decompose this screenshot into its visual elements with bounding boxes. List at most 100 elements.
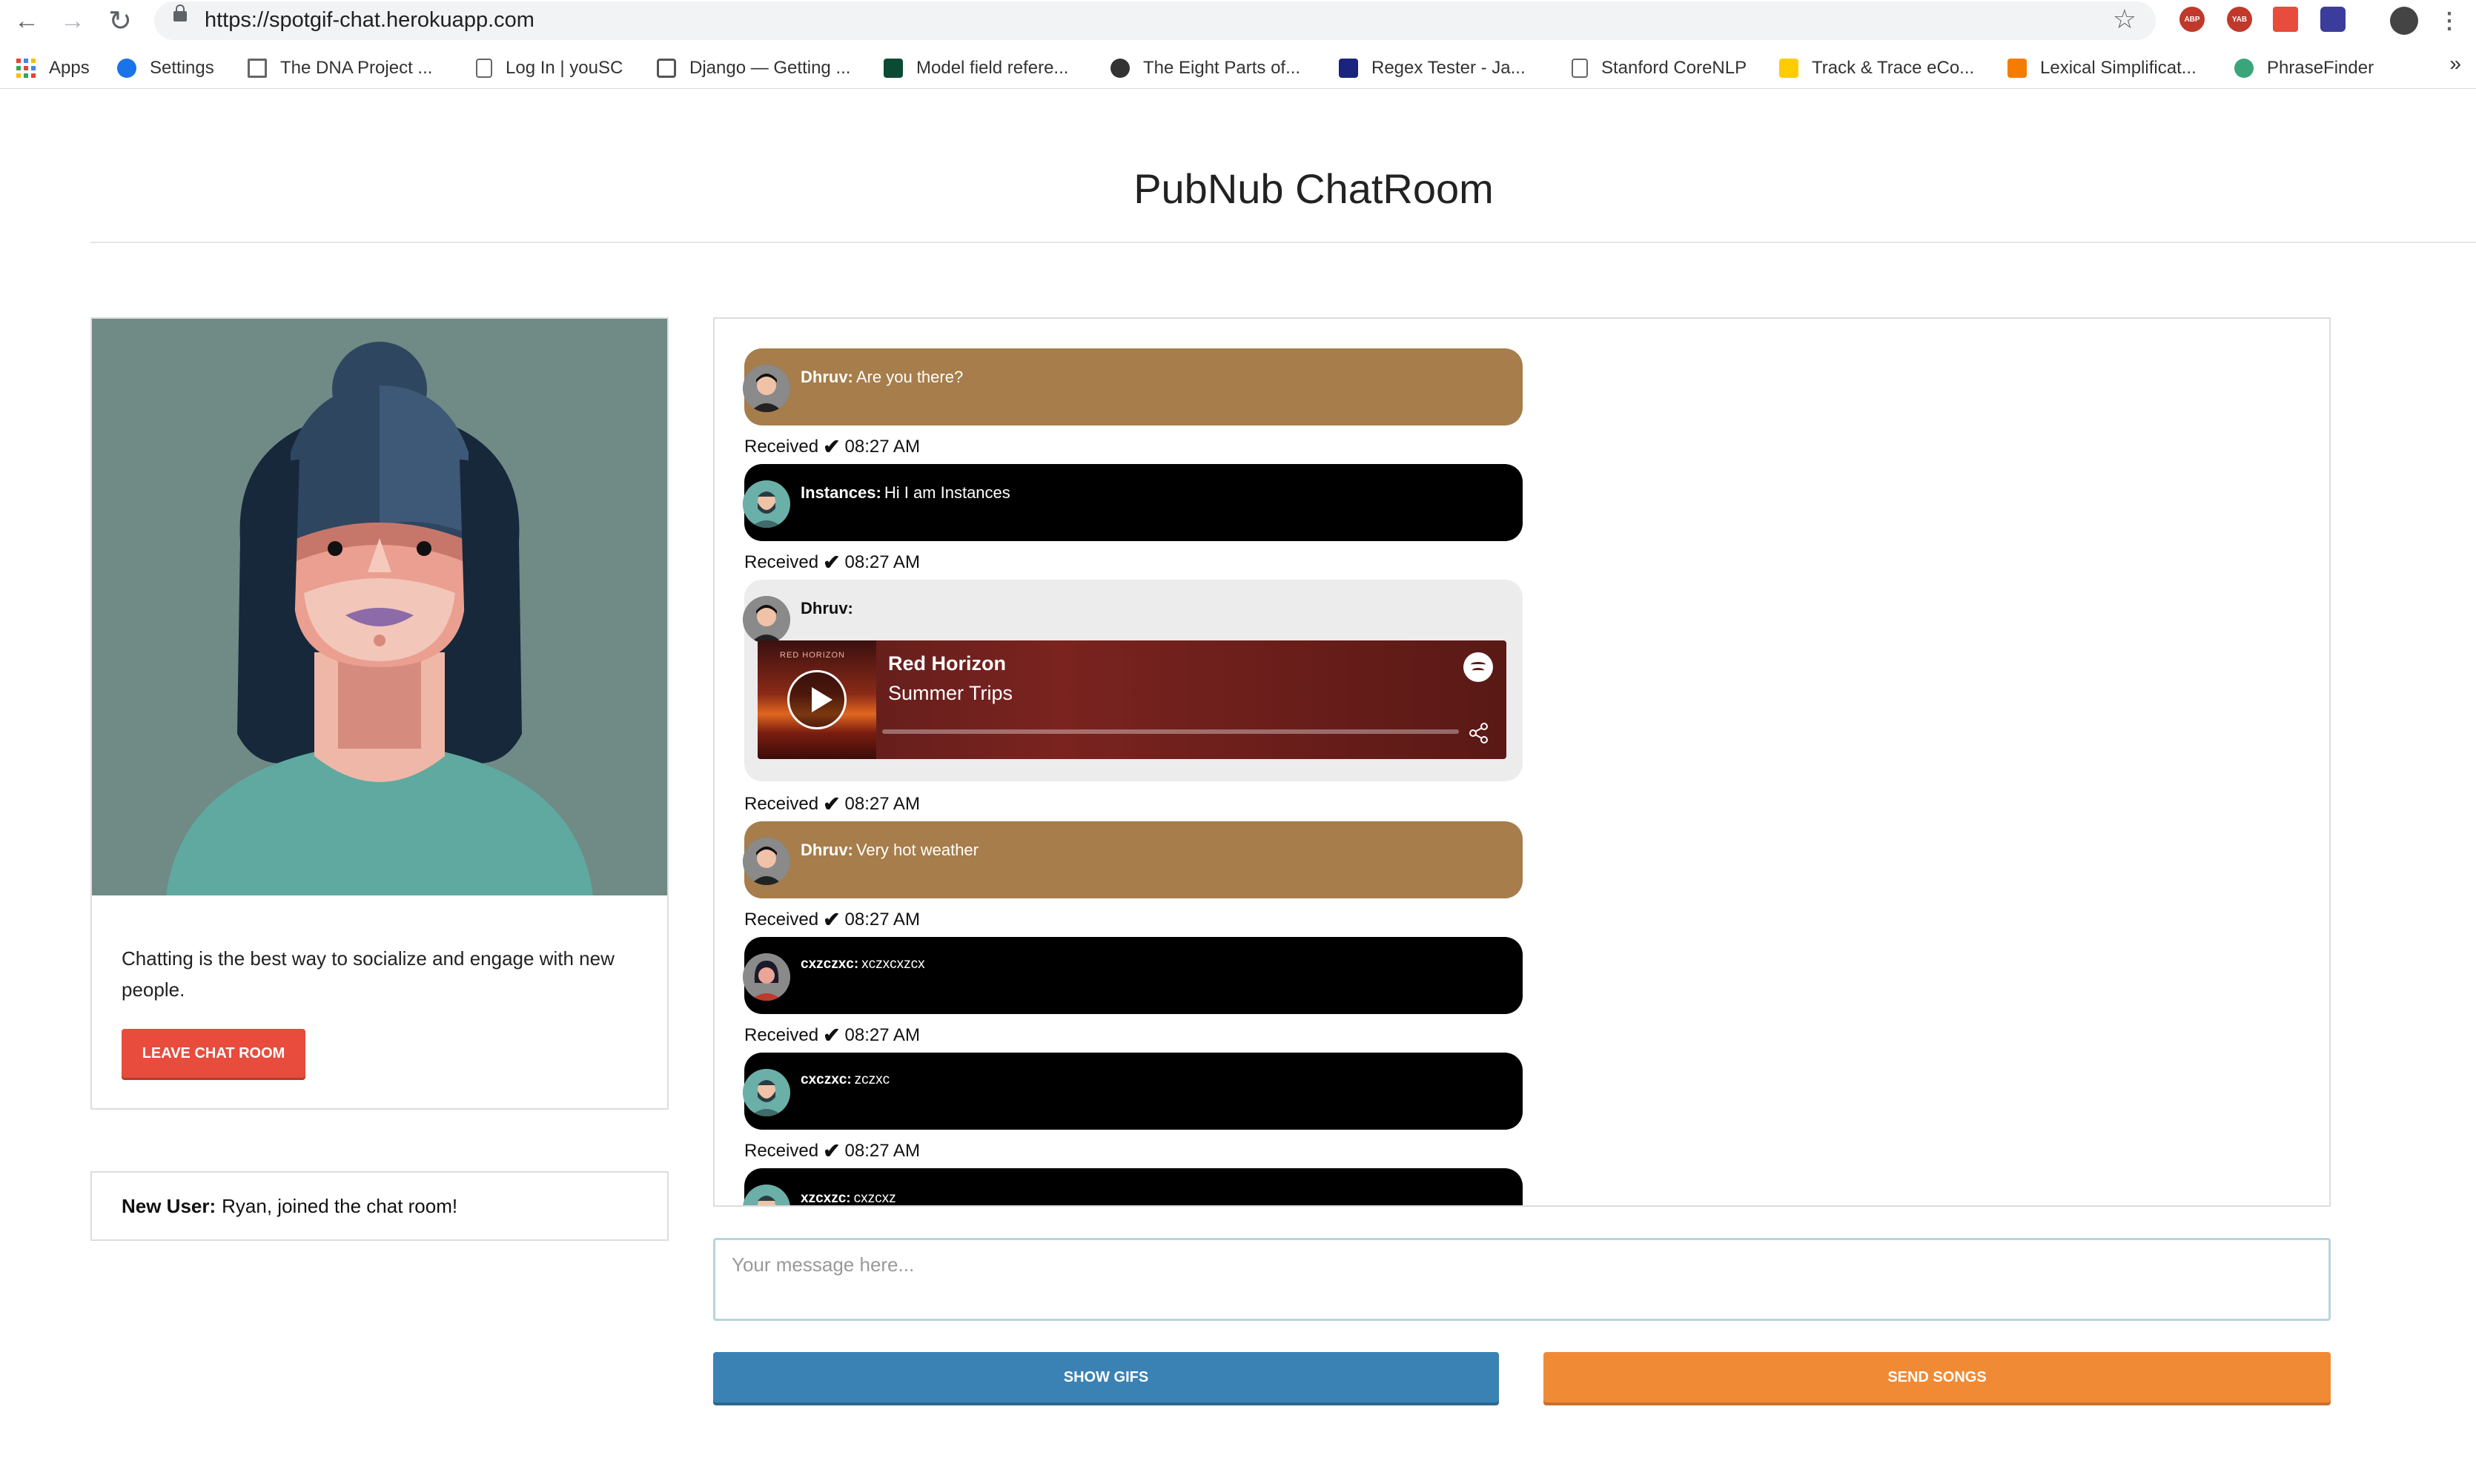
message-text: Very hot weather bbox=[855, 841, 979, 859]
regex-icon bbox=[1339, 59, 1358, 78]
check-icon: ✔ bbox=[823, 908, 841, 931]
delicious-extension-icon[interactable] bbox=[2273, 7, 2298, 32]
bookmark-django-getting[interactable]: Django — Getting ... bbox=[657, 55, 850, 82]
forward-icon[interactable]: → bbox=[56, 4, 89, 37]
blogger-icon bbox=[2007, 59, 2027, 78]
message-user: cxzczxc: bbox=[801, 956, 859, 972]
lock-icon bbox=[173, 4, 187, 21]
chat-messages-panel[interactable]: Dhruv: Are you there? Received ✔ 08:27 AM I… bbox=[713, 317, 2331, 1207]
track-progress-bar[interactable] bbox=[882, 729, 1459, 734]
chat-message-spotify: Dhruv: RED HORIZON Red Horizon Summer Tr… bbox=[743, 580, 1523, 781]
spotify-embed[interactable]: RED HORIZON Red Horizon Summer Trips bbox=[758, 640, 1506, 759]
django-docs-icon bbox=[657, 59, 676, 78]
message-user: Instances: bbox=[801, 483, 881, 502]
profile-avatar-icon[interactable] bbox=[2390, 7, 2418, 35]
bookmark-stanford-corenlp[interactable]: Stanford CoreNLP bbox=[1572, 55, 1747, 82]
bookmarks-overflow-icon[interactable]: » bbox=[2449, 52, 2461, 76]
message-user: Dhruv: bbox=[801, 841, 853, 859]
check-icon: ✔ bbox=[823, 792, 841, 815]
chat-message: Dhruv: Are you there? bbox=[743, 348, 1523, 425]
message-status: Received ✔ 08:27 AM bbox=[744, 1024, 920, 1047]
dhl-icon bbox=[1779, 59, 1798, 78]
menu-kebab-icon[interactable]: ⋮ bbox=[2433, 4, 2466, 37]
chat-message: xzcxzc: cxzcxz bbox=[743, 1168, 1523, 1206]
share-icon[interactable] bbox=[1468, 722, 1490, 744]
user-avatar bbox=[743, 1069, 790, 1116]
browser-toolbar: ← → ↻ https://spotgif-chat.herokuapp.com… bbox=[0, 0, 2476, 40]
message-status: Received ✔ 08:27 AM bbox=[744, 551, 920, 574]
chat-message: cxczxc: zczxc bbox=[743, 1053, 1523, 1130]
bookmark-dna-project[interactable]: The DNA Project ... bbox=[248, 55, 432, 82]
bookmark-track-trace[interactable]: Track & Trace eCo... bbox=[1779, 55, 1974, 82]
message-user: Dhruv: bbox=[801, 368, 853, 386]
message-status: Received ✔ 08:27 AM bbox=[744, 435, 920, 458]
spotify-logo-icon[interactable] bbox=[1463, 652, 1493, 682]
bookmark-regex-tester[interactable]: Regex Tester - Ja... bbox=[1339, 55, 1526, 82]
message-status: Received ✔ 08:27 AM bbox=[744, 1139, 920, 1162]
user-joined-notice: New User: Ryan, joined the chat room! bbox=[90, 1171, 669, 1241]
eight-parts-icon bbox=[1110, 59, 1130, 78]
address-bar[interactable]: https://spotgif-chat.herokuapp.com ☆ bbox=[154, 1, 2156, 40]
bookmark-star-icon[interactable]: ☆ bbox=[2113, 4, 2136, 35]
message-user: cxczxc: bbox=[801, 1072, 852, 1087]
cover-text: RED HORIZON bbox=[780, 651, 845, 660]
apps-grid-icon bbox=[16, 59, 36, 78]
message-user: Dhruv: bbox=[801, 599, 853, 617]
play-icon[interactable] bbox=[787, 670, 847, 729]
check-icon: ✔ bbox=[823, 1024, 841, 1047]
message-text: Hi I am Instances bbox=[884, 483, 1010, 502]
user-avatar bbox=[743, 596, 790, 643]
page-icon bbox=[1572, 59, 1588, 78]
user-avatar bbox=[743, 953, 790, 1001]
notice-label: New User: bbox=[122, 1194, 216, 1217]
chat-message: Instances: Hi I am Instances bbox=[743, 464, 1523, 541]
check-icon: ✔ bbox=[823, 435, 841, 458]
track-artist: Summer Trips bbox=[888, 682, 1013, 704]
profile-card: Chatting is the best way to socialize an… bbox=[90, 317, 669, 1110]
dna-icon bbox=[248, 59, 267, 78]
notice-text: Ryan, joined the chat room! bbox=[222, 1194, 458, 1217]
url-text: https://spotgif-chat.herokuapp.com bbox=[205, 8, 534, 32]
django-icon bbox=[884, 59, 903, 78]
leave-chat-room-button[interactable]: LEAVE CHAT ROOM bbox=[122, 1029, 305, 1078]
bookmark-phrasefinder[interactable]: PhraseFinder bbox=[2234, 55, 2374, 82]
message-text: Are you there? bbox=[855, 368, 964, 386]
user-avatar bbox=[743, 480, 790, 528]
message-text: cxzcxz bbox=[853, 1190, 896, 1206]
chat-message: Dhruv: Very hot weather bbox=[743, 821, 1523, 898]
user-avatar bbox=[743, 1185, 790, 1205]
bookmark-lexical-simplification[interactable]: Lexical Simplificat... bbox=[2007, 55, 2197, 82]
bookmark-login-yousc[interactable]: Log In | youSC bbox=[476, 55, 623, 82]
extension-icon[interactable] bbox=[2320, 7, 2346, 32]
album-cover: RED HORIZON bbox=[758, 640, 876, 759]
user-avatar bbox=[743, 365, 790, 412]
bookmark-model-field[interactable]: Model field refere... bbox=[884, 55, 1068, 82]
message-status: Received ✔ 08:27 AM bbox=[744, 908, 920, 931]
message-input[interactable] bbox=[713, 1238, 2331, 1321]
yab-extension-icon[interactable]: YAB bbox=[2227, 7, 2252, 32]
back-icon[interactable]: ← bbox=[10, 4, 43, 37]
reload-icon[interactable]: ↻ bbox=[104, 4, 136, 37]
woman-avatar-illustration bbox=[166, 342, 593, 895]
adblock-extension-icon[interactable]: ABP bbox=[2179, 7, 2205, 32]
user-avatar bbox=[743, 838, 790, 885]
show-gifs-button[interactable]: SHOW GIFS bbox=[713, 1352, 1499, 1402]
profile-description: Chatting is the best way to socialize an… bbox=[122, 947, 615, 1001]
chat-message: cxzczxc: xczxcxzcx bbox=[743, 937, 1523, 1014]
page-title: PubNub ChatRoom bbox=[1133, 165, 1494, 212]
send-songs-button[interactable]: SEND SONGS bbox=[1543, 1352, 2331, 1402]
title-divider bbox=[90, 242, 2476, 243]
message-text: zczxc bbox=[854, 1072, 890, 1087]
message-user: xzcxzc: bbox=[801, 1190, 851, 1206]
message-status: Received ✔ 08:27 AM bbox=[744, 792, 920, 815]
bookmark-apps[interactable]: Apps bbox=[16, 55, 90, 82]
check-icon: ✔ bbox=[823, 551, 841, 574]
bookmark-eight-parts[interactable]: The Eight Parts of... bbox=[1110, 55, 1300, 82]
phrasefinder-icon bbox=[2234, 59, 2254, 78]
profile-avatar bbox=[92, 319, 667, 895]
bookmark-settings[interactable]: Settings bbox=[117, 55, 214, 82]
track-title: Red Horizon bbox=[888, 652, 1006, 675]
check-icon: ✔ bbox=[823, 1139, 841, 1162]
bookmarks-bar: Apps Settings The DNA Project ... Log In… bbox=[0, 47, 2476, 89]
page-icon bbox=[476, 59, 492, 78]
